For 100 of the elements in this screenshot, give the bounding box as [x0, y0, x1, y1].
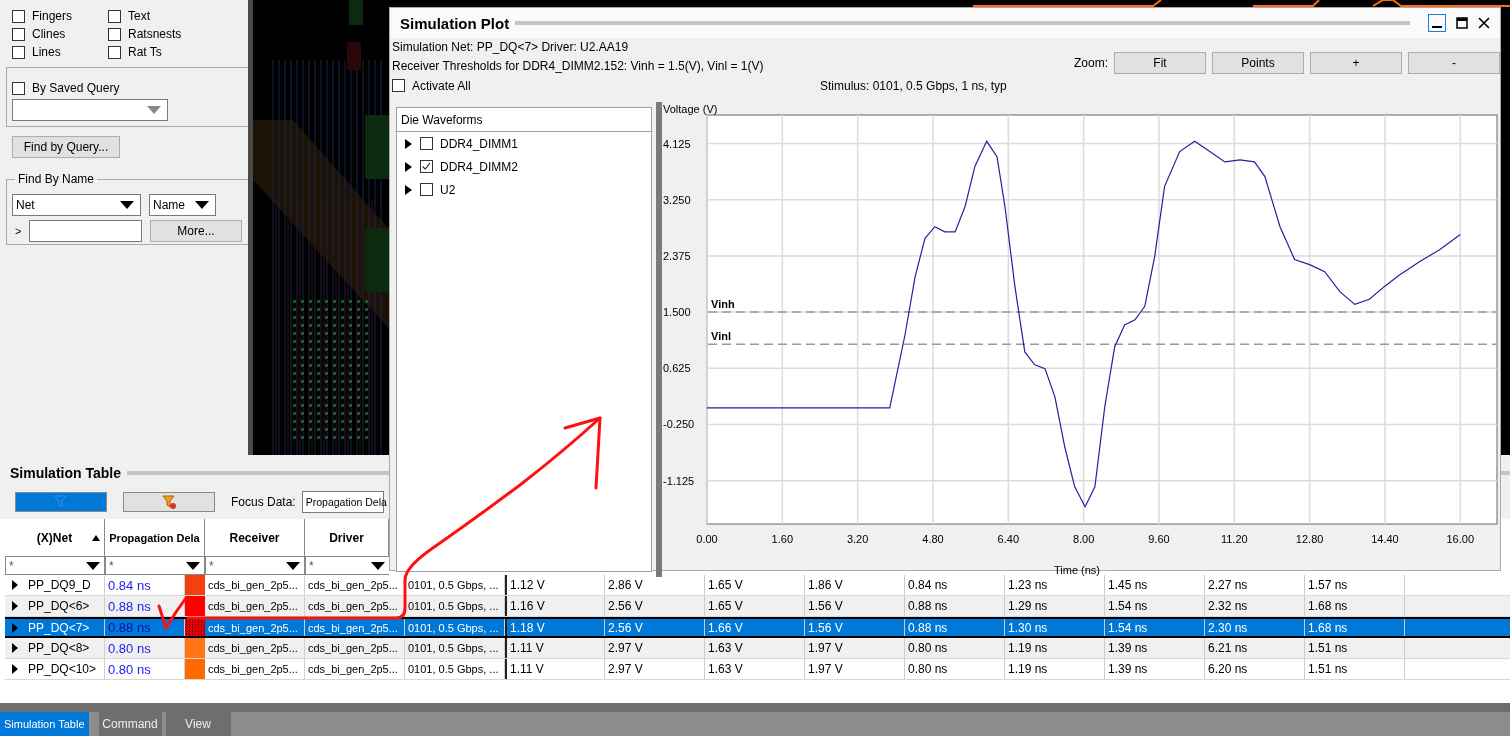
table-cell: 0101, 0.5 Gbps, ...	[408, 579, 499, 591]
filter-field[interactable]: *	[105, 556, 205, 575]
checkbox[interactable]: Fingers	[12, 7, 108, 25]
table-cell: 6.20 ns	[1208, 662, 1248, 676]
table-cell: 1.63 V	[708, 641, 743, 655]
axis-tick-label: 3.250	[663, 193, 691, 206]
checkbox[interactable]: Clines	[12, 25, 108, 43]
table-row[interactable]: PP_DQ<8> 0.80 ns cds_bi_gen_2p5... cds_bi_gen_2p5... 0101, 0.5 Gbps, ... 1.11 V 2.97 V 1.63 V 1.97 V 0.80 ns 1.19 ns 1.39 ns 6.21 ns 1.51 ns	[5, 638, 1510, 659]
table-cell: 1.56 V	[808, 620, 843, 635]
table-cell: 2.86 V	[608, 578, 643, 592]
input-field[interactable]	[29, 220, 142, 242]
expand-arrow-icon[interactable]	[405, 161, 412, 172]
table-cell: 2.30 ns	[1208, 620, 1248, 635]
table-cell: 1.51 ns	[1308, 641, 1348, 655]
axis-tick-label: 4.125	[663, 137, 691, 150]
table-cell: 1.11 V	[510, 641, 544, 655]
axis-tick-label: -0.250	[663, 418, 695, 431]
zoom-button[interactable]: Points	[1212, 52, 1304, 74]
panel-header: Die Waveforms	[397, 108, 651, 132]
table-cell: 0.84 ns	[108, 577, 151, 593]
checkbox[interactable]: Lines	[12, 43, 108, 61]
table-cell: 0101, 0.5 Gbps, ...	[408, 600, 499, 612]
table-cell: cds_bi_gen_2p5...	[208, 621, 298, 634]
dropdown[interactable]	[12, 98, 168, 121]
table-cell: 1.97 V	[808, 641, 843, 655]
axis-tick-label: 14.40	[1371, 533, 1399, 545]
table-cell: 1.86 V	[808, 578, 843, 592]
expand-arrow-icon[interactable]	[405, 138, 412, 149]
axis-tick-label: 6.40	[997, 533, 1019, 545]
axis-tick-label: 1.60	[771, 533, 794, 545]
table-cell: 1.19 ns	[1008, 662, 1048, 676]
table-cell: PP_DQ<10>	[28, 662, 97, 676]
more-button[interactable]: More...	[150, 220, 242, 242]
filter-field[interactable]: *	[205, 556, 305, 575]
table-cell: 1.29 ns	[1008, 599, 1048, 613]
table-cell: 1.63 V	[708, 662, 743, 676]
checkbox[interactable]: DDR4_DIMM2	[420, 157, 518, 176]
table-cell: cds_bi_gen_2p5...	[308, 600, 398, 612]
thresholds-text: Receiver Thresholds for DDR4_DIMM2.152: Vinh = 1.5(V), Vinl = 1(V)	[392, 58, 765, 75]
expand-arrow-icon[interactable]	[12, 664, 18, 674]
table-row[interactable]: PP_DQ<6> 0.88 ns cds_bi_gen_2p5... cds_bi_gen_2p5... 0101, 0.5 Gbps, ... 1.16 V 2.56 V 1.65 V 1.56 V 0.88 ns 1.29 ns 1.54 ns 2.32 ns 1.68 ns	[5, 596, 1510, 617]
table-row[interactable]: PP_DQ<10> 0.80 ns cds_bi_gen_2p5... cds_bi_gen_2p5... 0101, 0.5 Gbps, ... 1.11 V 2.97 V 1.63 V 1.97 V 0.80 ns 1.19 ns 1.39 ns 6.20 ns 1.51 ns	[5, 659, 1510, 680]
dropdown-arrow-icon	[195, 201, 209, 209]
zoom-button[interactable]: -	[1408, 52, 1500, 74]
filter-field[interactable]: *	[305, 556, 389, 575]
table-cell: 0101, 0.5 Gbps, ...	[408, 663, 499, 675]
table-cell: PP_DQ<7>	[28, 620, 90, 635]
maximize-icon[interactable]	[1456, 17, 1468, 29]
checkbox[interactable]: By Saved Query	[12, 79, 120, 97]
zoom-button[interactable]: +	[1310, 52, 1402, 74]
table-cell: 1.65 V	[708, 578, 743, 592]
filter-icon	[54, 495, 68, 509]
table-cell: cds_bi_gen_2p5...	[308, 663, 398, 675]
tab[interactable]: Command	[98, 712, 162, 736]
table-cell: 6.21 ns	[1208, 641, 1248, 655]
find-by-query-button[interactable]: Find by Query...	[12, 136, 120, 158]
table-cell: cds_bi_gen_2p5...	[308, 621, 398, 634]
axis-title: Time (ns)	[1054, 564, 1100, 576]
clear-filter-button[interactable]	[123, 492, 215, 512]
zoom-button[interactable]: Fit	[1114, 52, 1206, 74]
table-cell: 1.12 V	[510, 578, 545, 592]
table-cell: cds_bi_gen_2p5...	[208, 600, 298, 612]
clear-filter-icon	[162, 495, 176, 509]
stimulus-text: Stimulus: 0101, 0.5 Gbps, 1 ns, typ	[820, 78, 1007, 93]
checkbox[interactable]: DDR4_DIMM1	[420, 134, 518, 153]
table-cell: 0.88 ns	[908, 599, 948, 613]
close-icon[interactable]	[1478, 17, 1490, 29]
expand-arrow-icon[interactable]	[12, 643, 18, 653]
table-row[interactable]: PP_DQ<7> 0.88 ns cds_bi_gen_2p5... cds_bi_gen_2p5... 0101, 0.5 Gbps, ... 1.18 V 2.56 V 1.66 V 1.56 V 0.88 ns 1.30 ns 1.54 ns 2.30 ns 1.68 ns	[5, 617, 1510, 638]
checkbox[interactable]: U2	[420, 180, 456, 199]
table-cell: cds_bi_gen_2p5...	[208, 642, 298, 654]
table-cell: 1.18 V	[510, 620, 545, 635]
tab[interactable]: View	[165, 712, 231, 736]
table-cell: 1.39 ns	[1108, 662, 1148, 676]
dropdown[interactable]: Name	[149, 194, 216, 216]
axis-tick-label: 4.80	[922, 533, 944, 545]
dropdown-arrow-icon	[147, 105, 161, 114]
table-cell: cds_bi_gen_2p5...	[308, 642, 398, 654]
table-cell: 1.11 V	[510, 662, 544, 676]
expand-arrow-icon[interactable]	[12, 580, 18, 590]
expand-arrow-icon[interactable]	[405, 184, 412, 195]
axis-tick-label: 2.375	[663, 249, 691, 262]
table-cell: 1.23 ns	[1008, 578, 1048, 592]
checkbox[interactable]: Activate All	[392, 76, 820, 95]
filter-field[interactable]: *	[5, 556, 105, 575]
checkbox[interactable]: Ratsnests	[108, 25, 248, 43]
table-cell: 1.54 ns	[1108, 620, 1148, 635]
table-cell: cds_bi_gen_2p5...	[208, 579, 298, 591]
minimize-icon[interactable]	[1428, 14, 1446, 32]
table-cell: 0.80 ns	[108, 661, 151, 677]
axis-title: Voltage (V)	[663, 103, 718, 115]
axis-tick-label: 0.00	[696, 533, 718, 545]
tab[interactable]: Simulation Table	[0, 712, 89, 736]
axis-tick-label: 0.625	[663, 362, 691, 375]
table-cell: 1.57 ns	[1308, 578, 1348, 592]
expand-arrow-icon[interactable]	[12, 601, 18, 611]
dropdown[interactable]: Net	[12, 194, 141, 216]
table-cell: 0.88 ns	[108, 620, 151, 635]
checkbox[interactable]: Text	[108, 7, 248, 25]
checkbox[interactable]: Rat Ts	[108, 43, 248, 61]
